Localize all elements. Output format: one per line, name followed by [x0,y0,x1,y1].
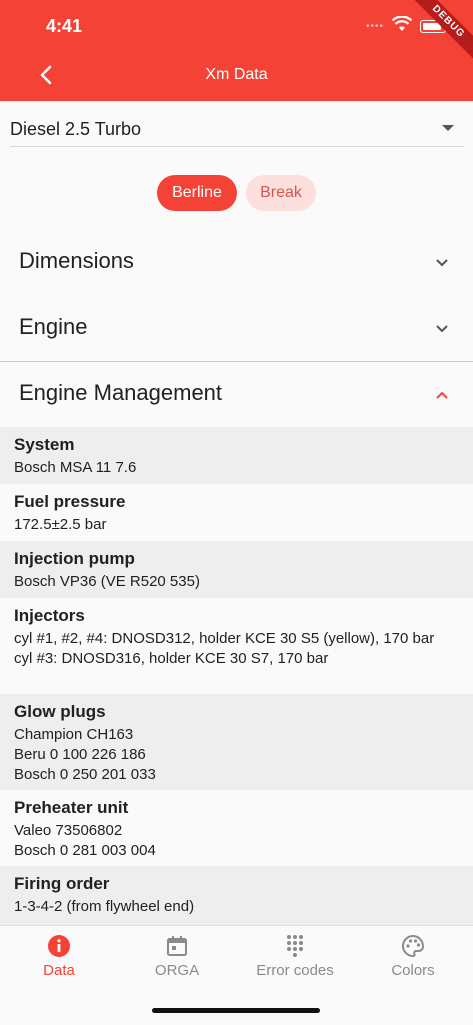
spec-value: cyl #1, #2, #4: DNOSD312, holder KCE 30 … [14,630,435,647]
nav-data[interactable]: Data [0,926,118,996]
spec-row-glow-plugs: Glow plugs Champion CH163 Beru 0 100 226… [0,694,473,790]
spec-value: Valeo 73506802 [14,822,123,839]
app-bar: 4:41 •••• DEBUG Xm Data [0,0,473,101]
spec-label: Firing order [14,874,110,893]
engine-select[interactable]: Diesel 2.5 Turbo [10,110,464,147]
spec-value: Beru 0 100 226 186 [14,746,146,763]
spec-row-fuel-pressure: Fuel pressure 172.5±2.5 bar [0,484,473,541]
spec-value: cyl #3: DNOSD316, holder KCE 30 S7, 170 … [14,650,329,667]
nav-error-codes-label: Error codes [256,962,334,979]
page-title: Xm Data [205,66,268,83]
spec-value: 172.5±2.5 bar [14,516,107,533]
calendar-icon [167,936,187,956]
nav-error-codes[interactable]: Error codes [236,926,354,996]
nav-data-label: Data [43,962,75,979]
section-engine-management[interactable]: Engine Management [0,362,473,428]
spec-row-preheater-unit: Preheater unit Valeo 73506802 Bosch 0 28… [0,790,473,866]
wifi-icon [392,16,412,31]
spec-value: Bosch 0 250 201 033 [14,766,156,783]
section-engine[interactable]: Engine [0,296,473,362]
spec-value: Bosch MSA 11 7.6 [14,459,137,476]
section-dimensions[interactable]: Dimensions [0,230,473,296]
spec-label: Preheater unit [14,798,129,817]
status-time: 4:41 [46,16,83,36]
dialpad-icon [287,935,303,957]
spec-label: System [14,435,75,454]
nav-colors[interactable]: Colors [354,926,472,996]
section-engine-management-label: Engine Management [19,380,223,405]
chip-break[interactable]: Break [246,175,316,211]
spec-label: Glow plugs [14,702,106,721]
spec-value: 1-3-4-2 (from flywheel end) [14,898,195,915]
chevron-down-icon [436,325,448,333]
nav-orga[interactable]: ORGA [118,926,236,996]
spec-label: Injection pump [14,549,135,568]
spec-row-firing-order: Firing order 1-3-4-2 (from flywheel end) [0,866,473,925]
spec-row-system: System Bosch MSA 11 7.6 [0,427,473,484]
section-dimensions-label: Dimensions [19,248,134,273]
dropdown-arrow-icon [442,125,454,131]
signal-icon: •••• [366,21,385,32]
info-icon [48,935,70,957]
chevron-down-icon [436,259,448,267]
palette-icon [402,934,425,958]
chevron-up-icon [436,391,448,399]
engine-select-value: Diesel 2.5 Turbo [10,119,142,139]
chip-berline[interactable]: Berline [157,175,237,211]
nav-colors-label: Colors [391,962,435,979]
section-engine-label: Engine [19,314,88,339]
spec-value: Bosch 0 281 003 004 [14,842,156,859]
spec-row-injection-pump: Injection pump Bosch VP36 (VE R520 535) [0,541,473,598]
spec-row-injectors: Injectors cyl #1, #2, #4: DNOSD312, hold… [0,598,473,694]
spec-value: Champion CH163 [14,726,134,743]
spec-value: Bosch VP36 (VE R520 535) [14,573,200,590]
nav-orga-label: ORGA [154,962,200,979]
debug-banner: DEBUG [403,0,473,67]
home-indicator [152,1008,320,1013]
spec-label: Injectors [14,606,85,625]
spec-label: Fuel pressure [14,492,126,511]
